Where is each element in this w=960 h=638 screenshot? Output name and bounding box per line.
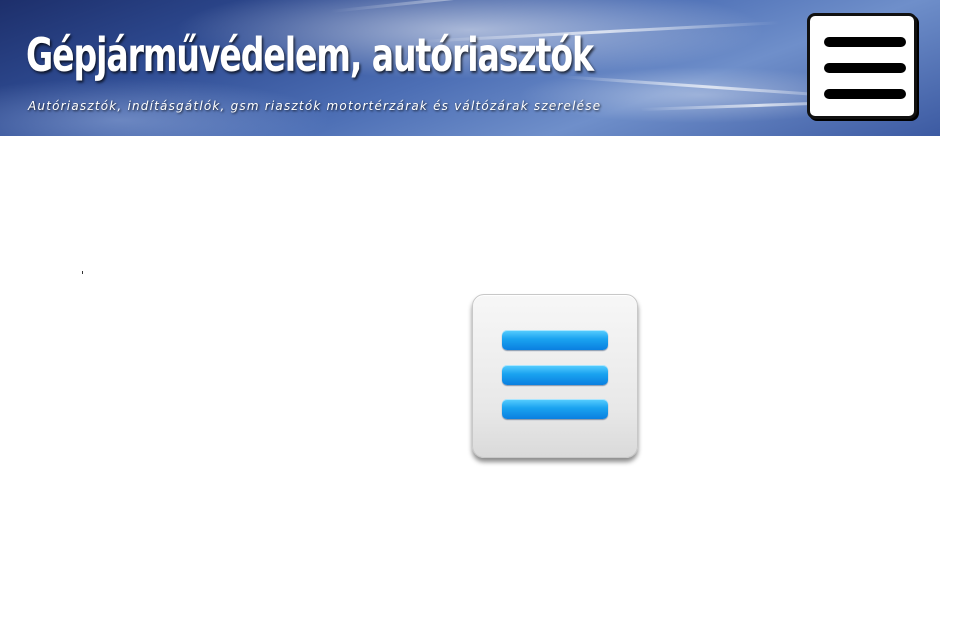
menu-list-bar (502, 365, 608, 385)
menu-toggle-button[interactable] (807, 13, 917, 119)
stray-dot (82, 271, 83, 274)
hamburger-bar (824, 63, 906, 73)
menu-list-bar (502, 399, 608, 419)
site-tagline: Autóriasztók, indításgátlók, gsm riasztó… (28, 99, 602, 113)
hamburger-bar (824, 89, 906, 99)
hamburger-bar (824, 37, 906, 47)
sky-streak (329, 0, 748, 13)
menu-list-bar (502, 330, 608, 350)
site-title[interactable]: Gépjárművédelem, autóriasztók (26, 28, 594, 82)
site-header: Gépjárművédelem, autóriasztók Autóriaszt… (0, 0, 940, 136)
menu-list-button[interactable] (472, 294, 638, 458)
